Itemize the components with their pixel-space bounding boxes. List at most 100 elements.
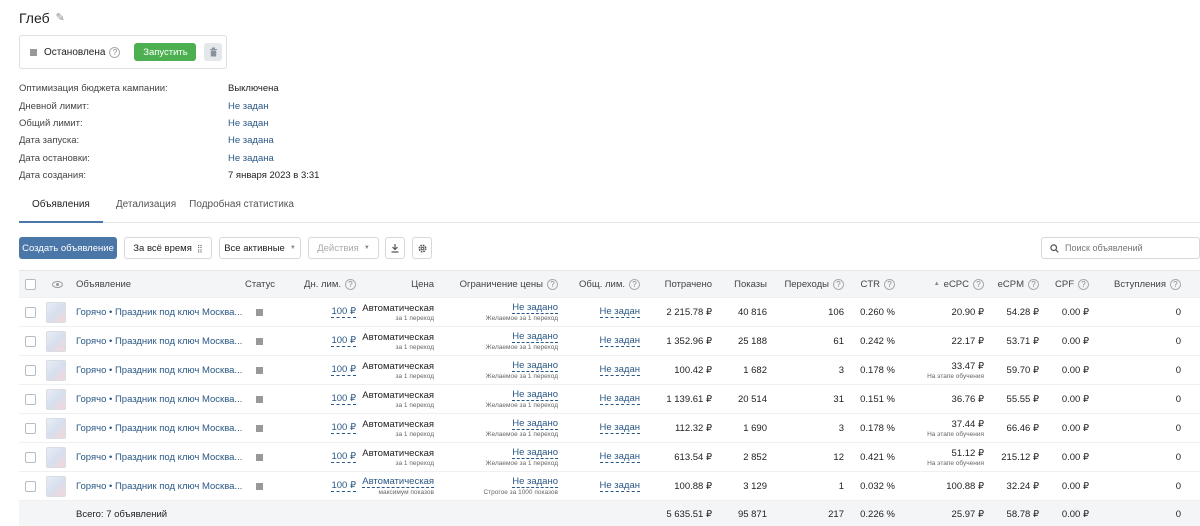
col-ecpc[interactable]: ▲ eCPC? [919, 271, 984, 297]
col-ecpm-label: eCPM [997, 278, 1024, 290]
start-button[interactable]: Запустить [134, 43, 197, 61]
row-checkbox[interactable] [25, 480, 36, 492]
col-shows[interactable]: Показы [716, 271, 767, 297]
col-daylim[interactable]: Дн. лим.? [289, 271, 356, 297]
search-box[interactable] [1041, 237, 1200, 259]
help-icon[interactable]: ? [1170, 278, 1181, 290]
daylim-value[interactable]: 100 ₽ [331, 306, 356, 318]
row-checkbox[interactable] [25, 451, 36, 463]
daylim-value[interactable]: 100 ₽ [331, 393, 356, 405]
help-icon[interactable]: ? [1028, 278, 1039, 290]
pricelim-value[interactable]: Не задано [512, 360, 558, 372]
col-cpf[interactable]: CPF? [1044, 271, 1089, 297]
status-cell [256, 385, 263, 413]
totlim-value[interactable]: Не задан [599, 422, 640, 434]
edit-pencil-icon[interactable]: ✎ [56, 12, 67, 24]
row-checkbox[interactable] [25, 306, 36, 318]
daylim-value[interactable]: 100 ₽ [331, 364, 356, 376]
col-ad[interactable]: Объявление [76, 271, 131, 297]
daylim-value[interactable]: 100 ₽ [331, 451, 356, 463]
select-all-checkbox[interactable] [25, 278, 36, 290]
pricelim-sub: Желаемое за 1 переход [485, 344, 558, 351]
period-button[interactable]: За всё время ⣿ [124, 237, 212, 259]
info-row: Дневной лимит: Не задан [19, 97, 319, 114]
ad-name-link[interactable]: Горячо • Праздник под ключ Москва... [76, 452, 242, 463]
ad-thumbnail[interactable] [46, 475, 66, 497]
search-input[interactable] [1065, 243, 1185, 253]
help-icon[interactable]: ? [109, 46, 121, 58]
ad-name-link[interactable]: Горячо • Праздник под ключ Москва... [76, 423, 242, 434]
info-value[interactable]: Не задан [228, 118, 269, 129]
pricelim-value[interactable]: Не задано [512, 476, 558, 488]
price-value[interactable]: Автоматическая [362, 476, 434, 488]
tab-stats[interactable]: Подробная статистика [189, 196, 294, 223]
ad-name-link[interactable]: Горячо • Праздник под ключ Москва... [76, 481, 242, 492]
help-icon[interactable]: ? [345, 278, 356, 290]
col-clicks[interactable]: Переходы? [771, 271, 844, 297]
help-icon[interactable]: ? [1078, 278, 1089, 290]
col-ctr[interactable]: CTR? [848, 271, 895, 297]
info-value: 7 января 2023 в 3:31 [228, 170, 320, 182]
daylim-value[interactable]: 100 ₽ [331, 422, 356, 434]
pricelim-value[interactable]: Не задано [512, 389, 558, 401]
pricelim-value[interactable]: Не задано [512, 331, 558, 343]
delete-button[interactable] [204, 43, 223, 61]
tab-ads[interactable]: Объявления [19, 196, 103, 223]
help-icon[interactable]: ? [547, 278, 558, 290]
ad-name-link[interactable]: Горячо • Праздник под ключ Москва... [76, 336, 242, 347]
ad-thumb-cell [46, 356, 66, 384]
col-spent[interactable]: Потрачено [644, 271, 712, 297]
help-icon[interactable]: ? [884, 278, 895, 290]
download-button[interactable] [385, 237, 405, 259]
help-icon[interactable]: ? [973, 278, 984, 290]
info-value[interactable]: Не задана [228, 135, 274, 146]
total-ecpc: 25.97 ₽ [951, 509, 984, 520]
ad-thumbnail[interactable] [46, 330, 66, 352]
totlim-value[interactable]: Не задан [599, 364, 640, 376]
pricelim-value[interactable]: Не задано [512, 418, 558, 430]
daylim-value[interactable]: 100 ₽ [331, 480, 356, 492]
ad-name-link[interactable]: Горячо • Праздник под ключ Москва... [76, 394, 242, 405]
totlim-value[interactable]: Не задан [599, 451, 640, 463]
create-ad-button[interactable]: Создать объявление [19, 237, 117, 259]
price-cell: Автоматическая за 1 переход [362, 356, 434, 384]
ecpc-sub: На этапе обучения [927, 372, 984, 380]
actions-dropdown[interactable]: Действия ▼ [308, 237, 379, 259]
ad-name-link[interactable]: Горячо • Праздник под ключ Москва... [76, 307, 242, 318]
row-select-cell [25, 356, 36, 384]
col-price[interactable]: Цена [364, 271, 434, 297]
col-pricelim[interactable]: Ограничение цены? [439, 271, 558, 297]
totlim-value[interactable]: Не задан [599, 306, 640, 318]
info-value[interactable]: Не задана [228, 153, 274, 164]
row-checkbox[interactable] [25, 422, 36, 434]
totlim-value[interactable]: Не задан [599, 393, 640, 405]
totlim-value[interactable]: Не задан [599, 335, 640, 347]
filter-dropdown[interactable]: Все активные ▼ [219, 237, 301, 259]
settings-button[interactable] [412, 237, 432, 259]
price-sub: за 1 переход [395, 430, 435, 438]
row-checkbox[interactable] [25, 364, 36, 376]
col-totlim[interactable]: Общ. лим.? [564, 271, 640, 297]
ad-thumbnail[interactable] [46, 388, 66, 410]
ad-name-link[interactable]: Горячо • Праздник под ключ Москва... [76, 365, 242, 376]
col-joins[interactable]: Вступления? [1099, 271, 1181, 297]
ad-thumbnail[interactable] [46, 301, 66, 323]
pricelim-value[interactable]: Не задано [512, 302, 558, 314]
col-ecpm[interactable]: eCPM? [989, 271, 1039, 297]
cpf-cell: 0.00 ₽ [1061, 451, 1089, 463]
pricelim-value[interactable]: Не задано [512, 447, 558, 459]
help-icon[interactable]: ? [833, 278, 844, 290]
daylim-value[interactable]: 100 ₽ [331, 335, 356, 347]
row-checkbox[interactable] [25, 335, 36, 347]
filter-label: Все активные [224, 242, 285, 254]
daylim-cell: 100 ₽ [289, 385, 356, 413]
row-checkbox[interactable] [25, 393, 36, 405]
tab-details[interactable]: Детализация [116, 196, 176, 223]
ad-thumbnail[interactable] [46, 417, 66, 439]
col-status[interactable]: Статус [245, 271, 275, 297]
totlim-value[interactable]: Не задан [599, 480, 640, 492]
help-icon[interactable]: ? [629, 278, 640, 290]
ad-thumbnail[interactable] [46, 359, 66, 381]
info-value[interactable]: Не задан [228, 101, 269, 112]
ad-thumbnail[interactable] [46, 446, 66, 468]
